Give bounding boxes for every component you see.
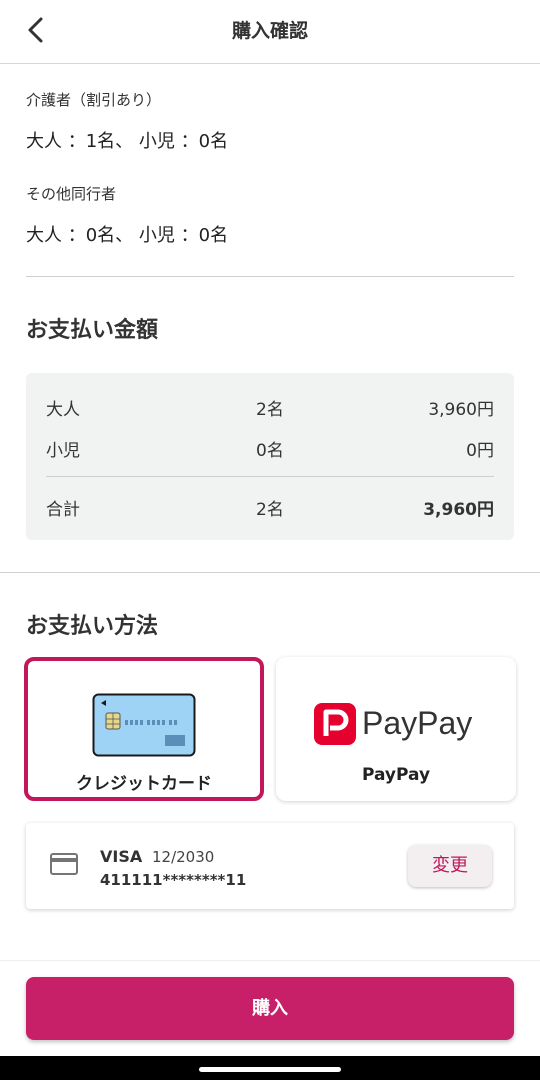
fee-row-adult: 大人 2名 3,960円: [46, 395, 494, 421]
caregiver-label: 介護者（割引あり）: [26, 91, 162, 109]
fee-price: 3,960円: [428, 400, 494, 420]
fee-divider: [46, 476, 494, 477]
payment-section-title: お支払い方法: [26, 614, 159, 639]
fee-row-total: 合計 2名 3,960円: [46, 495, 494, 521]
credit-card-icon: [92, 693, 196, 757]
credit-card-label: クレジットカード: [76, 774, 212, 794]
fee-type: 大人: [46, 400, 80, 420]
fee-type: 小児: [46, 441, 80, 461]
caregiver-counts: 大人 ：1名、 小児 ：0名: [26, 131, 229, 152]
companions-counts: 大人 ：0名、 小児 ：0名: [26, 225, 229, 246]
total-count: 2名: [256, 500, 284, 520]
companions-label: その他同行者: [26, 185, 117, 203]
credit-card-small-icon: [50, 853, 78, 875]
card-brand: VISA: [100, 847, 143, 866]
app-header: 購入確認: [0, 0, 540, 64]
fee-count: 0名: [256, 441, 284, 461]
total-price: 3,960円: [423, 500, 494, 520]
amount-section-title: お支払い金額: [26, 318, 159, 343]
section-divider: [0, 572, 540, 573]
fee-row-child: 小児 0名 0円: [46, 436, 494, 462]
fee-count: 2名: [256, 400, 284, 420]
fee-price: 0円: [466, 441, 494, 461]
total-label: 合計: [46, 500, 80, 520]
payment-method-paypay[interactable]: PayPay PayPay: [276, 657, 516, 801]
card-number: 411111********11: [100, 871, 247, 889]
paypay-logo-icon: [314, 703, 356, 745]
divider: [26, 276, 514, 277]
paypay-label: PayPay: [361, 765, 431, 785]
card-expiry: 12/2030: [152, 848, 215, 866]
purchase-button[interactable]: 購入: [26, 977, 514, 1040]
fee-summary: 大人 2名 3,960円 小児 0名 0円 合計 2名 3,960円: [26, 373, 514, 540]
change-card-button[interactable]: 変更: [408, 845, 492, 887]
page-title: 購入確認: [231, 20, 308, 42]
home-indicator[interactable]: [199, 1067, 341, 1072]
payment-method-credit-card[interactable]: クレジットカード: [24, 657, 264, 801]
registered-card: VISA 12/2030 411111********11 変更: [26, 823, 514, 909]
paypay-logo-text: PayPay: [362, 705, 473, 741]
